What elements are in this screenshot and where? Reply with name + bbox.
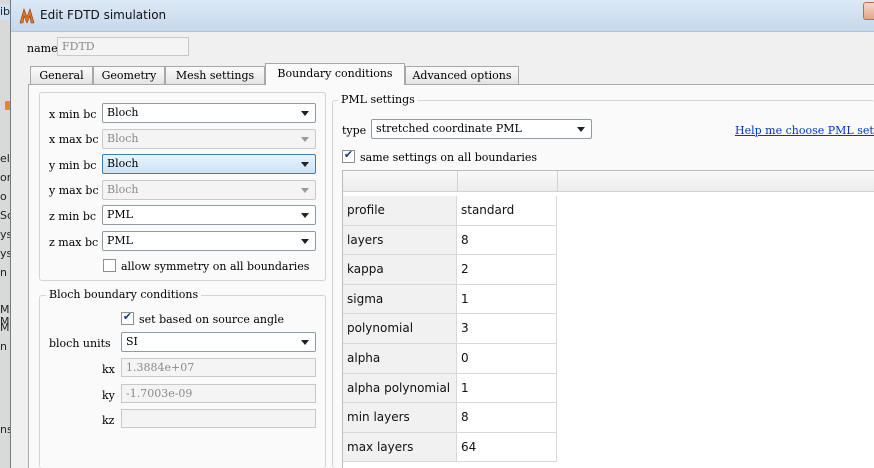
y-min-bc-select[interactable]: Bloch bbox=[102, 154, 316, 174]
allow-symmetry-checkbox[interactable] bbox=[103, 259, 116, 272]
name-field[interactable]: FDTD bbox=[57, 37, 189, 56]
row-value[interactable]: 3 bbox=[457, 314, 557, 344]
edit-fdtd-dialog: Edit FDTD simulation name FDTD General G… bbox=[10, 0, 874, 468]
ky-label: ky bbox=[102, 389, 115, 402]
background-app-text: n bbox=[0, 340, 7, 353]
row-name: profile bbox=[343, 196, 457, 226]
x-min-bc-value: Bloch bbox=[107, 106, 139, 119]
y-max-bc-value: Bloch bbox=[107, 183, 139, 196]
background-app-text: o bbox=[0, 190, 7, 203]
chevron-down-icon bbox=[301, 188, 309, 193]
kz-label: kz bbox=[102, 414, 115, 427]
table-row[interactable]: min layers 8 bbox=[343, 403, 558, 433]
ky-field[interactable]: -1.7003e-09 bbox=[121, 384, 316, 403]
kz-field[interactable] bbox=[121, 409, 316, 428]
row-name: layers bbox=[343, 225, 457, 256]
x-min-bc-select[interactable]: Bloch bbox=[102, 103, 316, 123]
table-row[interactable]: max layers 64 bbox=[343, 432, 558, 463]
table-row[interactable]: kappa 2 bbox=[343, 255, 558, 285]
pml-type-select[interactable]: stretched coordinate PML bbox=[371, 119, 592, 139]
window-title: Edit FDTD simulation bbox=[40, 8, 167, 22]
background-app-text: el bbox=[0, 152, 10, 165]
row-name: alpha bbox=[343, 344, 457, 374]
x-max-bc-select[interactable]: Bloch bbox=[102, 129, 316, 149]
row-value[interactable]: 64 bbox=[457, 432, 557, 463]
row-value[interactable]: 0 bbox=[457, 344, 557, 374]
background-app-text: M bbox=[0, 321, 10, 334]
y-max-bc-label: y max bc bbox=[49, 184, 99, 197]
kx-field[interactable]: 1.3884e+07 bbox=[121, 358, 316, 377]
y-min-bc-value: Bloch bbox=[107, 157, 139, 170]
z-max-bc-label: z max bc bbox=[49, 236, 99, 249]
bloch-units-value: SI bbox=[126, 335, 138, 348]
table-row[interactable]: profile standard bbox=[343, 196, 558, 226]
chevron-down-icon bbox=[301, 111, 309, 116]
column-divider bbox=[557, 171, 558, 192]
pml-type-label: type bbox=[342, 124, 367, 137]
x-min-bc-label: x min bc bbox=[49, 108, 97, 121]
table-row[interactable]: layers 8 bbox=[343, 225, 558, 256]
set-based-on-source-angle-label: set based on source angle bbox=[139, 313, 285, 326]
tab-advanced-options[interactable]: Advanced options bbox=[405, 66, 519, 84]
chevron-down-icon bbox=[301, 137, 309, 142]
pml-type-value: stretched coordinate PML bbox=[376, 122, 522, 135]
tab-geometry[interactable]: Geometry bbox=[93, 66, 165, 84]
help-choose-pml-link[interactable]: Help me choose PML setti bbox=[735, 124, 874, 137]
bloch-group-title: Bloch boundary conditions bbox=[46, 288, 202, 301]
chevron-down-icon bbox=[301, 213, 309, 218]
z-max-bc-value: PML bbox=[107, 234, 133, 247]
lumerical-logo-icon bbox=[19, 8, 35, 24]
row-name: sigma bbox=[343, 284, 457, 315]
allow-symmetry-label: allow symmetry on all boundaries bbox=[121, 260, 310, 273]
table-header bbox=[343, 171, 874, 192]
row-name: alpha polynomial bbox=[343, 373, 457, 404]
kx-label: kx bbox=[102, 363, 115, 376]
same-settings-label: same settings on all boundaries bbox=[360, 151, 538, 164]
set-based-on-source-angle-checkbox[interactable]: ✔ bbox=[121, 310, 134, 325]
same-settings-checkbox[interactable]: ✔ bbox=[342, 148, 355, 163]
column-divider bbox=[457, 171, 458, 192]
chevron-down-icon bbox=[577, 127, 585, 132]
row-value[interactable]: 8 bbox=[457, 225, 557, 256]
table-row[interactable]: alpha polynomial 1 bbox=[343, 373, 558, 404]
row-value[interactable]: 1 bbox=[457, 373, 557, 404]
z-max-bc-select[interactable]: PML bbox=[102, 231, 316, 251]
chevron-down-icon bbox=[301, 162, 309, 167]
row-value[interactable]: 1 bbox=[457, 284, 557, 315]
bloch-units-label: bloch units bbox=[49, 337, 111, 350]
row-value[interactable]: 2 bbox=[457, 255, 557, 285]
title-bar[interactable]: Edit FDTD simulation bbox=[11, 0, 874, 32]
row-value[interactable]: 8 bbox=[457, 403, 557, 433]
y-max-bc-select[interactable]: Bloch bbox=[102, 180, 316, 200]
chevron-down-icon bbox=[301, 340, 309, 345]
row-name: kappa bbox=[343, 255, 457, 285]
row-name: min layers bbox=[343, 403, 457, 433]
dialog-body: name FDTD General Geometry Mesh settings… bbox=[11, 32, 874, 468]
row-name: polynomial bbox=[343, 314, 457, 344]
checkmark-icon: ✔ bbox=[122, 310, 133, 323]
tab-mesh-settings[interactable]: Mesh settings bbox=[165, 66, 265, 84]
z-min-bc-value: PML bbox=[107, 208, 133, 221]
x-max-bc-label: x max bc bbox=[49, 133, 99, 146]
name-label: name bbox=[27, 42, 58, 55]
z-min-bc-label: z min bc bbox=[49, 210, 97, 223]
tab-general[interactable]: General bbox=[30, 66, 93, 84]
row-value[interactable]: standard bbox=[457, 196, 557, 226]
background-app-text: n bbox=[0, 266, 7, 279]
checkmark-icon: ✔ bbox=[343, 148, 354, 161]
background-app-text: ib bbox=[0, 5, 11, 18]
pml-group-title: PML settings bbox=[338, 93, 418, 106]
x-max-bc-value: Bloch bbox=[107, 132, 139, 145]
z-min-bc-select[interactable]: PML bbox=[102, 205, 316, 225]
chevron-down-icon bbox=[301, 239, 309, 244]
pml-parameters-table: profile standard layers 8 kappa 2 sigma 1 po… bbox=[342, 170, 874, 468]
close-button[interactable] bbox=[863, 2, 874, 20]
table-row[interactable]: sigma 1 bbox=[343, 284, 558, 315]
tab-boundary-conditions[interactable]: Boundary conditions bbox=[265, 63, 405, 85]
bloch-units-select[interactable]: SI bbox=[121, 332, 316, 352]
table-row[interactable]: alpha 0 bbox=[343, 344, 558, 374]
table-row[interactable]: polynomial 3 bbox=[343, 314, 558, 344]
y-min-bc-label: y min bc bbox=[49, 159, 97, 172]
row-name: max layers bbox=[343, 432, 457, 463]
